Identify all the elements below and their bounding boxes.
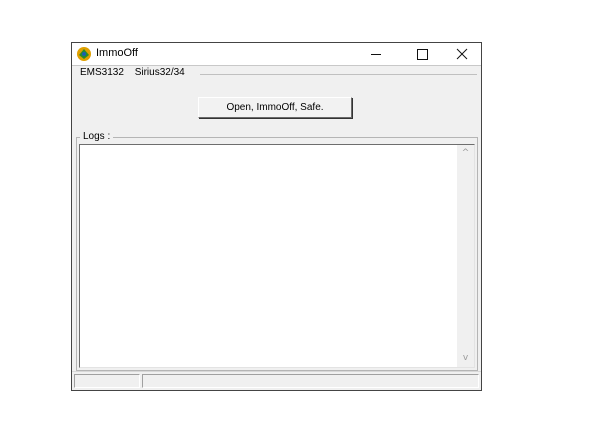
minimize-icon — [371, 54, 381, 55]
logs-label: Logs : — [80, 131, 114, 142]
maximize-icon — [417, 49, 428, 60]
maximize-button[interactable] — [404, 43, 440, 65]
status-pane — [74, 374, 140, 388]
tab-frame-line — [200, 74, 477, 75]
status-pane — [142, 374, 479, 388]
logs-textarea[interactable]: ^ v — [79, 144, 475, 368]
app-logo-icon — [77, 47, 91, 61]
minimize-button[interactable] — [358, 43, 394, 65]
tab-separator — [72, 65, 481, 66]
tab-strip: EMS3132 Sirius32/34 — [80, 67, 193, 78]
scroll-up-icon[interactable]: ^ — [457, 145, 474, 162]
tab-ems3132[interactable]: EMS3132 — [80, 67, 124, 78]
scroll-down-icon[interactable]: v — [457, 350, 474, 367]
close-icon — [456, 48, 468, 60]
title-bar[interactable]: ImmoOff — [72, 43, 481, 65]
tab-sirius32-34[interactable]: Sirius32/34 — [135, 67, 185, 78]
close-button[interactable] — [444, 43, 480, 65]
main-window: ImmoOff EMS3132 Sirius32/34 Open, ImmoOf… — [71, 42, 482, 391]
open-immooff-safe-button[interactable]: Open, ImmoOff, Safe. — [198, 97, 352, 118]
logs-scrollbar[interactable]: ^ v — [457, 145, 474, 367]
window-title: ImmoOff — [96, 47, 138, 59]
status-bar — [72, 371, 481, 390]
